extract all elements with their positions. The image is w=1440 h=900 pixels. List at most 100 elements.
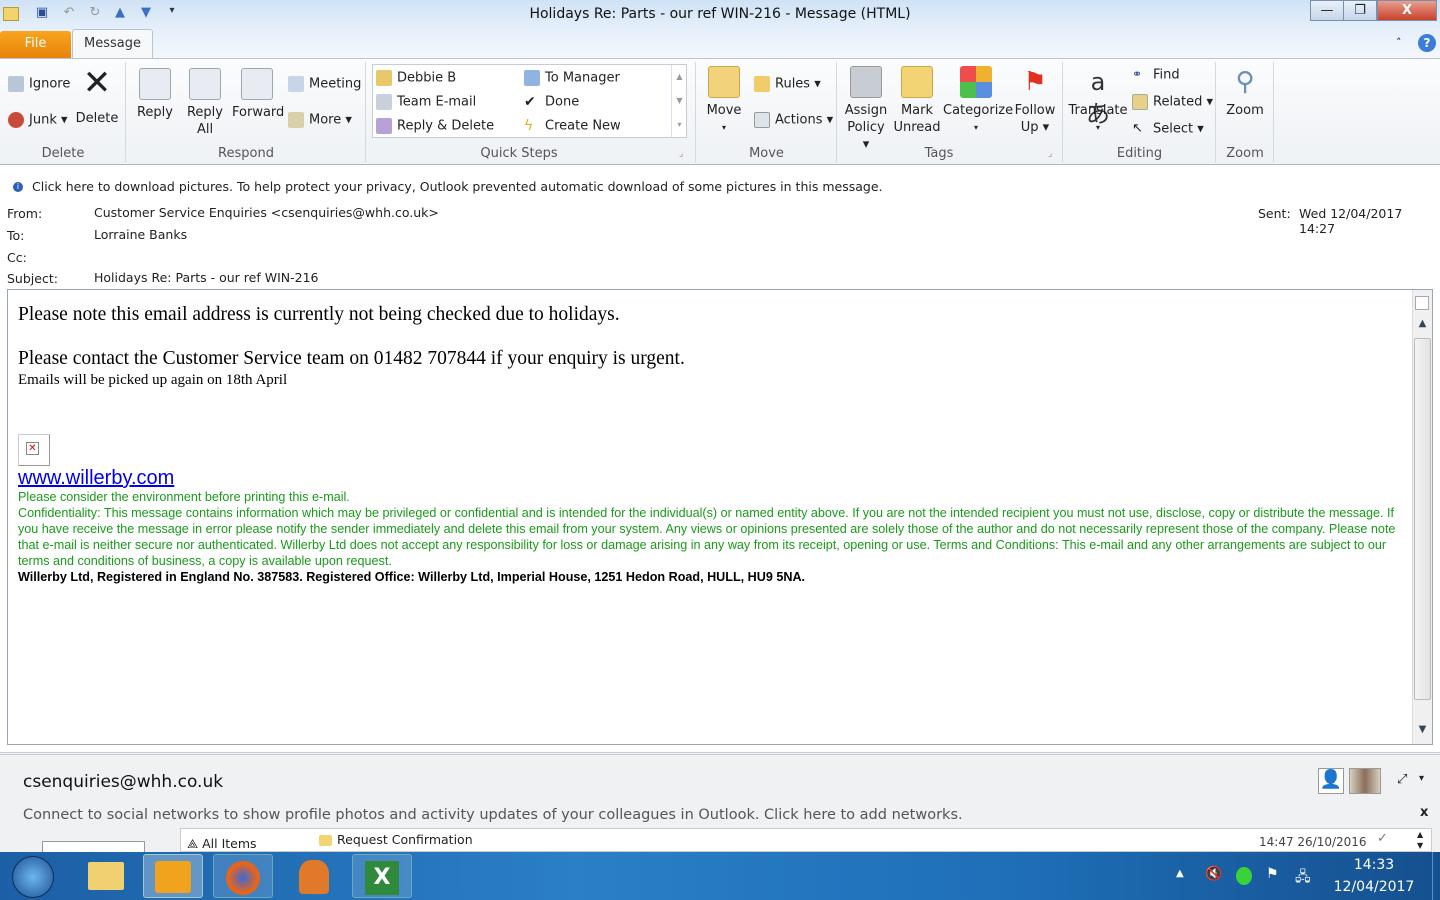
rules-button[interactable]: Rules ▾	[754, 76, 821, 92]
scroll-up-button[interactable]: ▲	[1413, 318, 1432, 336]
tab-message[interactable]: Message	[72, 29, 153, 59]
quick-step-icon	[376, 70, 392, 86]
action-center-flag-icon[interactable]: ⚑	[1266, 866, 1279, 882]
show-desktop-button[interactable]	[1432, 852, 1440, 900]
translate-button[interactable]: aあ Translate ▾	[1068, 66, 1128, 136]
quick-steps-label: Quick Steps	[480, 146, 558, 161]
expand-icon[interactable]: ⤢	[1397, 772, 1407, 787]
mark-unread-button[interactable]: Mark Unread	[893, 66, 941, 136]
related-icon	[1132, 94, 1148, 110]
select-button[interactable]: ↖ Select ▾	[1132, 121, 1204, 137]
avatar-photo[interactable]	[1349, 768, 1381, 794]
respond-group-label: Respond	[218, 146, 274, 161]
outlook-icon	[155, 861, 191, 893]
dialog-launcher-icon[interactable]: ⌟	[679, 149, 683, 159]
start-button[interactable]	[12, 856, 54, 898]
all-items-filter[interactable]: ⟁ All Items	[187, 836, 257, 851]
cc-label: Cc:	[7, 250, 27, 265]
select-label: Select	[1153, 121, 1194, 137]
quick-step-debbie-b[interactable]: Debbie B	[376, 70, 456, 86]
all-items-label: All Items	[202, 836, 257, 851]
environment-notice: Please consider the environment before p…	[18, 490, 350, 504]
scroll-icon[interactable]	[1415, 296, 1429, 310]
quick-step-reply-delete[interactable]: Reply & Delete	[376, 118, 494, 134]
reply-all-button[interactable]: Reply All	[184, 68, 226, 138]
delete-group-label: Delete	[41, 146, 85, 161]
status-green-icon[interactable]	[1236, 867, 1252, 885]
activity-item[interactable]: Request Confirmation	[319, 832, 473, 847]
broken-image-icon: ✕	[26, 442, 39, 455]
junk-button[interactable]: Junk ▾	[8, 112, 68, 128]
close-button[interactable]: X	[1377, 0, 1437, 21]
close-social-bar-button[interactable]: x	[1420, 805, 1428, 820]
more-button[interactable]: More ▾	[288, 112, 352, 128]
follow-up-button[interactable]: ⚑ Follow Up ▾	[1012, 66, 1058, 136]
quick-step-create-new[interactable]: ϟ Create New	[524, 118, 621, 134]
quick-step-label: Reply & Delete	[397, 118, 495, 134]
tags-dialog-launcher-icon[interactable]: ⌟	[1048, 149, 1052, 159]
taskbar-outlook[interactable]	[143, 854, 203, 898]
forward-icon	[241, 68, 273, 100]
ignore-button[interactable]: Ignore	[8, 76, 70, 92]
quick-step-team-email[interactable]: Team E-mail	[376, 94, 476, 110]
from-value[interactable]: Customer Service Enquiries <csenquiries@…	[94, 205, 439, 220]
collapse-ribbon-icon[interactable]: ˄	[1396, 36, 1402, 49]
quick-step-done[interactable]: ✔ Done	[524, 94, 579, 110]
meeting-icon	[288, 76, 304, 92]
vertical-scrollbar[interactable]: ▲ ▼	[1412, 290, 1432, 744]
avatar-placeholder[interactable]: 👤	[1318, 768, 1344, 794]
quick-steps-scroll[interactable]: ▲ ▼ ▾	[671, 65, 687, 137]
forward-label: Forward	[232, 105, 285, 120]
minimize-button[interactable]: —	[1310, 0, 1344, 21]
restore-button[interactable]: ❐	[1343, 0, 1377, 21]
quick-step-to-manager[interactable]: To Manager	[524, 70, 620, 86]
volume-muted-icon[interactable]: 🔇	[1205, 866, 1222, 882]
tab-file[interactable]: File	[0, 31, 71, 58]
related-label: Related	[1153, 94, 1203, 110]
delete-button[interactable]: ✕ Delete	[74, 64, 120, 127]
willerby-link[interactable]: www.willerby.com	[18, 467, 174, 490]
download-pictures-infobar[interactable]: Click here to download pictures. To help…	[0, 176, 1440, 198]
meeting-button[interactable]: Meeting	[288, 76, 361, 92]
body-line-3: Emails will be picked up again on 18th A…	[18, 372, 288, 388]
social-networks-link[interactable]: Connect to social networks to show profi…	[23, 807, 963, 823]
tags-group-label: Tags	[924, 146, 954, 161]
translate-icon: aあ	[1086, 68, 1110, 128]
zoom-button[interactable]: ⚲ Zoom	[1222, 66, 1268, 119]
binoculars-icon: ⚭	[1132, 67, 1143, 81]
policy-icon	[850, 66, 882, 98]
to-value[interactable]: Lorraine Banks	[94, 227, 187, 242]
chevron-down-icon[interactable]: ▾	[1419, 773, 1424, 784]
junk-icon	[8, 112, 24, 128]
forward-button[interactable]: Forward	[232, 68, 285, 121]
assign-policy-button[interactable]: Assign Policy ▾	[842, 66, 890, 153]
actions-button[interactable]: Actions ▾	[754, 112, 833, 128]
quick-step-label: Create New	[545, 118, 621, 134]
scroll-thumb[interactable]	[1414, 338, 1431, 700]
people-tab[interactable]	[42, 841, 145, 852]
clock-time[interactable]: 14:33	[1330, 857, 1418, 873]
show-hidden-icons[interactable]: ▲	[1176, 868, 1184, 879]
help-icon[interactable]: ?	[1418, 34, 1436, 52]
network-icon[interactable]: 🖧	[1295, 866, 1311, 890]
quick-step-label: Debbie B	[397, 70, 457, 86]
taskbar-explorer[interactable]	[76, 854, 136, 898]
categorize-button[interactable]: Categorize ▾	[943, 66, 1014, 136]
sent-label: Sent:	[1258, 206, 1291, 221]
reply-button[interactable]: Reply	[134, 68, 176, 121]
clock-date[interactable]: 12/04/2017	[1330, 879, 1418, 895]
taskbar-lync[interactable]	[284, 854, 344, 898]
taskbar-excel[interactable]: X	[352, 854, 412, 898]
scroll-down-button[interactable]: ▼	[1413, 724, 1432, 742]
find-button[interactable]: ⚭ Find	[1132, 67, 1180, 83]
subject-value: Holidays Re: Parts - our ref WIN-216	[94, 270, 319, 285]
move-button[interactable]: Move ▾	[704, 66, 744, 136]
reply-all-label-2: All	[196, 122, 214, 137]
taskbar-firefox[interactable]	[213, 854, 273, 898]
activity-scroll[interactable]: ▲ ▼	[1417, 829, 1423, 851]
contacts-icon	[299, 860, 329, 894]
related-button[interactable]: Related ▾	[1132, 94, 1213, 110]
quick-step-icon	[524, 70, 540, 86]
categorize-label: Categorize	[943, 103, 1014, 118]
ignore-label: Ignore	[29, 76, 71, 92]
